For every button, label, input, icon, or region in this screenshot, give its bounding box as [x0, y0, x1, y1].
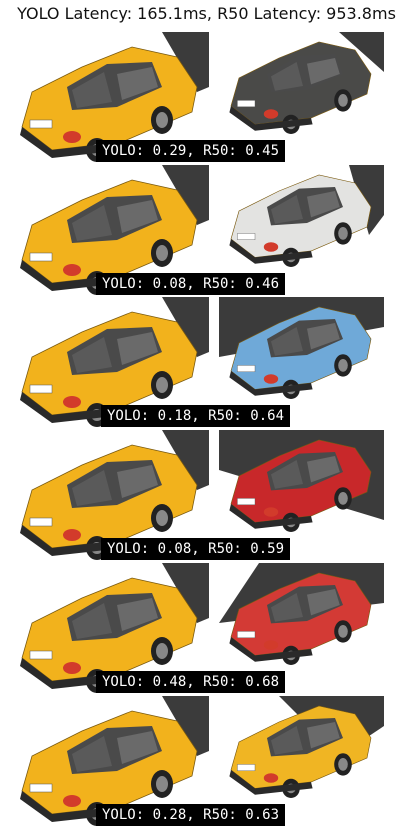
score-caption: YOLO: 0.48, R50: 0.68 [96, 671, 286, 693]
figure-title: YOLO Latency: 165.1ms, R50 Latency: 953.… [17, 4, 396, 23]
match-car-image [219, 297, 384, 401]
match-car-image [219, 430, 384, 534]
score-caption: YOLO: 0.18, R50: 0.64 [101, 405, 291, 427]
score-caption: YOLO: 0.08, R50: 0.46 [96, 273, 286, 295]
match-car-image [219, 696, 384, 800]
comparison-row: YOLO: 0.08, R50: 0.46 [0, 165, 413, 297]
comparison-row: YOLO: 0.08, R50: 0.59 [0, 430, 413, 562]
score-caption: YOLO: 0.08, R50: 0.59 [101, 538, 291, 560]
comparison-row: YOLO: 0.48, R50: 0.68 [0, 563, 413, 695]
comparison-row: YOLO: 0.28, R50: 0.63 [0, 696, 413, 828]
match-car-image [219, 32, 384, 136]
comparison-row: YOLO: 0.29, R50: 0.45 [0, 32, 413, 164]
score-caption: YOLO: 0.28, R50: 0.63 [96, 804, 286, 826]
match-car-image [219, 165, 384, 269]
comparison-row: YOLO: 0.18, R50: 0.64 [0, 297, 413, 429]
match-car-image [219, 563, 384, 667]
score-caption: YOLO: 0.29, R50: 0.45 [96, 140, 286, 162]
